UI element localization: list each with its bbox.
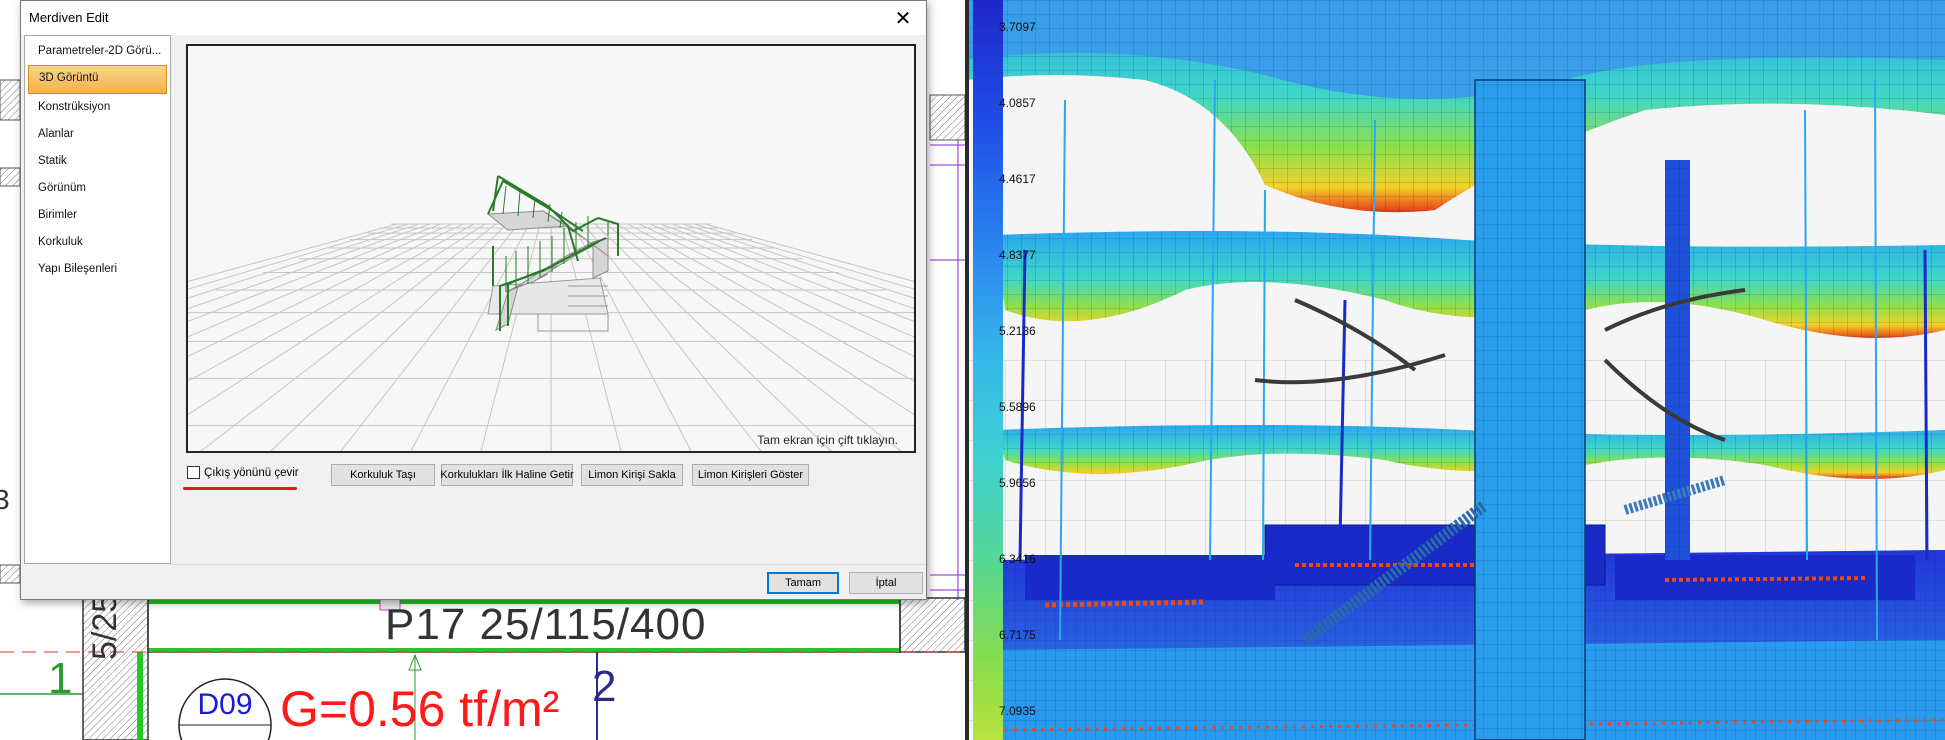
close-icon: ✕ [894,7,912,30]
legend-value: 4.8377 [999,248,1036,262]
legend-value: 5.9656 [999,476,1036,490]
nav-item-3d-goruntu[interactable]: 3D Görüntü [28,65,167,94]
dialog-footer-divider [169,564,926,565]
viewport-hint-text: Tam ekran için çift tıklayın. [757,433,898,447]
legend-value: 6.3416 [999,552,1036,566]
reverse-exit-checkbox[interactable]: Çıkış yönünü çevir [187,466,299,479]
beam-label: P17 25/115/400 [385,600,707,649]
merdiven-edit-dialog: Merdiven Edit ✕ Parametreler-2D Görü... … [20,0,927,600]
nav-item-korkuluk[interactable]: Korkuluk [28,229,167,256]
legend-value: 7.0935 [999,704,1036,718]
column-dimension-label: 5/25 [86,593,124,660]
nav-item-gorunum[interactable]: Görünüm [28,175,167,202]
reset-railings-button[interactable]: Korkulukları İlk Haline Getir [440,464,574,486]
ok-button[interactable]: Tamam [767,572,839,594]
red-highlight-underline [183,487,297,490]
axis-label-2: 2 [592,662,617,711]
stair-3d-model [188,175,914,451]
hide-stringer-button[interactable]: Limon Kirişi Sakla [581,464,683,486]
slab-load-text: G=0.56 tf/m² [280,681,560,737]
legend-value: 4.4617 [999,172,1036,186]
stair-3d-viewport[interactable]: Tam ekran için çift tıklayın. [186,44,916,453]
pane-divider[interactable] [965,0,969,740]
legend-value: 5.2136 [999,324,1036,338]
legend-value: 6.7175 [999,628,1036,642]
nav-item-konstruksiyon[interactable]: Konstrüksiyon [28,94,167,121]
cancel-button[interactable]: İptal [849,572,923,594]
dialog-titlebar[interactable]: Merdiven Edit ✕ [21,1,926,35]
stair-model-icon [486,175,619,332]
checkbox-label[interactable]: Çıkış yönünü çevir [204,467,299,479]
settings-nav-list: Parametreler-2D Görü... 3D Görüntü Konst… [24,35,171,564]
slab-code: D09 [197,688,253,721]
nav-item-birimler[interactable]: Birimler [28,202,167,229]
fem-3d-view[interactable]: 3.7097 4.0857 4.4617 4.8377 5.2136 5.5896 5.96… [965,0,1945,740]
legend-value: 5.5896 [999,400,1036,414]
checkbox-box[interactable] [187,466,200,479]
nav-item-yapi-bilesenleri[interactable]: Yapı Bileşenleri [28,256,167,283]
show-stringers-button[interactable]: Limon Kirişleri Göster [692,464,809,486]
dialog-title: Merdiven Edit [29,10,109,25]
legend-value: 3.7097 [999,20,1036,34]
nav-item-statik[interactable]: Statik [28,148,167,175]
legend-value: 4.0857 [999,96,1036,110]
close-button[interactable]: ✕ [880,1,926,35]
move-railing-button[interactable]: Korkuluk Taşı [331,464,435,486]
left-fragment-label: 3 [0,484,10,515]
axis-label-1: 1 [48,654,73,703]
nav-item-parametreler[interactable]: Parametreler-2D Görü... [28,38,167,65]
nav-item-alanlar[interactable]: Alanlar [28,121,167,148]
fem-model-render [965,0,1945,740]
